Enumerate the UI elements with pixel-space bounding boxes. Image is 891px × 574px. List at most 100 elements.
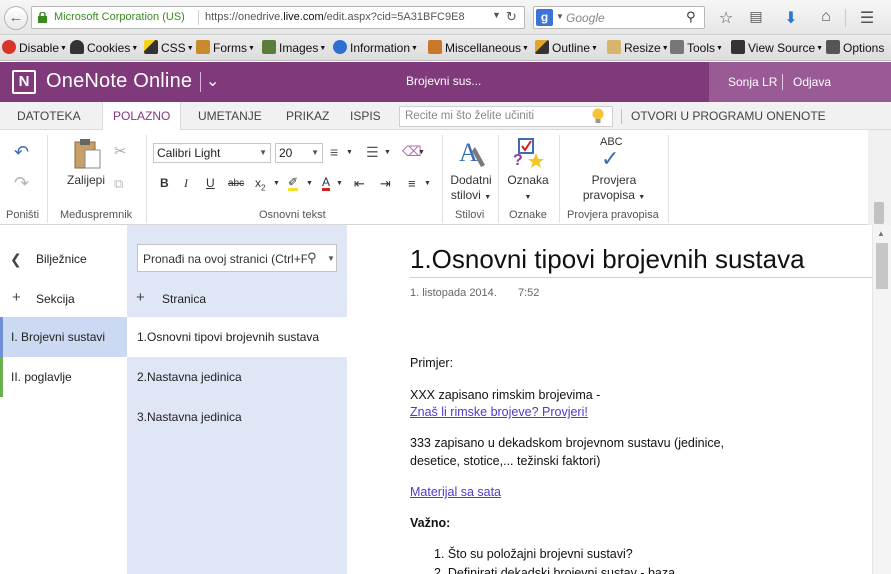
subscript-button[interactable]: x2	[255, 176, 265, 192]
forms-menu[interactable]: Forms▼	[196, 40, 255, 55]
url-text[interactable]: https://onedrive.live.com/edit.aspx?cid=…	[205, 11, 485, 23]
styles-icon[interactable]: A	[457, 137, 487, 169]
url-dropdown-icon[interactable]: ▼	[492, 10, 501, 20]
window-scrollbar-thumb[interactable]	[874, 202, 884, 224]
page-item[interactable]: 3.Nastavna jedinica	[127, 397, 347, 437]
chevron-down-icon[interactable]: ▼	[346, 149, 353, 156]
information-menu[interactable]: Information▼	[333, 40, 418, 55]
page-canvas[interactable]: 1.Osnovni tipovi brojevnih sustava 1. li…	[347, 225, 872, 574]
chevron-down-icon[interactable]: ⌄	[206, 71, 219, 91]
tag-checkbox-icon[interactable]: ?	[511, 137, 545, 169]
paste-clipboard-icon[interactable]	[73, 138, 103, 170]
view-source-menu[interactable]: View Source▼	[731, 40, 823, 55]
bullets-icon[interactable]: ≡	[330, 144, 338, 160]
tab-polazno[interactable]: POLAZNO	[102, 102, 182, 131]
section-item[interactable]: II. poglavlje	[0, 357, 127, 397]
bookmarks-list-icon[interactable]: ▤	[746, 8, 766, 25]
redo-icon[interactable]: ↷	[14, 173, 29, 194]
engine-dropdown-icon[interactable]: ▼	[556, 12, 564, 21]
miscellaneous-menu[interactable]: Miscellaneous▼	[428, 40, 529, 55]
url-bar[interactable]: Microsoft Corporation (US) https://onedr…	[31, 6, 525, 29]
search-icon[interactable]: ⚲	[686, 9, 696, 25]
tag-button[interactable]: Oznaka ▼	[504, 173, 552, 205]
chevron-down-icon[interactable]: ▼	[273, 180, 280, 187]
font-family-select[interactable]: Calibri Light ▼	[153, 143, 271, 163]
note-paragraph[interactable]: Primjer:	[410, 354, 453, 373]
search-input[interactable]: Google	[566, 11, 605, 25]
scroll-up-icon[interactable]: ▲	[877, 229, 885, 238]
spelling-check-icon[interactable]: ✓	[601, 146, 619, 172]
list-item[interactable]: 1. Što su položajni brojevni sustavi?	[434, 547, 633, 561]
strikethrough-button[interactable]: abc	[228, 178, 244, 189]
page-scrollbar-thumb[interactable]	[876, 243, 888, 289]
add-section-button[interactable]: Sekcija	[36, 292, 75, 306]
align-icon[interactable]: ≡	[408, 176, 416, 191]
chevron-down-icon[interactable]: ▼	[336, 180, 343, 187]
app-name[interactable]: OneNote Online	[46, 70, 192, 93]
add-page-button[interactable]: Stranica	[162, 292, 206, 306]
underline-button[interactable]: U	[206, 176, 215, 190]
font-color-icon[interactable]: A	[322, 176, 331, 191]
find-on-page-input[interactable]: Pronađi na ovoj stranici (Ctrl+F) ⚲ ▼	[137, 244, 337, 272]
note-paragraph[interactable]: Važno:	[410, 514, 450, 533]
chevron-down-icon[interactable]: ▼	[306, 180, 313, 187]
roman-numerals-link[interactable]: Znaš li rimske brojeve? Provjeri!	[410, 405, 588, 419]
notebooks-link[interactable]: Bilježnice	[36, 252, 87, 266]
page-title[interactable]: 1.Osnovni tipovi brojevnih sustava	[410, 244, 805, 275]
page-item[interactable]: 1.Osnovni tipovi brojevnih sustava	[127, 317, 347, 357]
tools-menu[interactable]: Tools▼	[670, 40, 723, 55]
chevron-down-icon[interactable]: ▼	[327, 254, 335, 263]
chevron-down-icon[interactable]: ▼	[424, 180, 431, 187]
hamburger-menu-icon[interactable]: ☰	[857, 8, 877, 28]
cut-scissors-icon[interactable]: ✂	[114, 142, 127, 160]
document-title[interactable]: Brojevni sus...	[406, 74, 481, 88]
numbering-icon[interactable]: ☰	[366, 144, 379, 161]
list-item[interactable]: 2. Definirati dekadski brojevni sustav -…	[434, 566, 675, 574]
cookies-menu[interactable]: Cookies▼	[70, 40, 138, 55]
more-styles-button[interactable]: Dodatni stilovi ▼	[446, 173, 496, 205]
highlight-pen-icon[interactable]: ✐	[288, 176, 299, 191]
paste-button[interactable]: Zalijepi	[66, 173, 106, 188]
back-arrow-icon[interactable]: ←	[4, 6, 28, 30]
download-icon[interactable]: ⬇	[781, 8, 801, 28]
tab-datoteka[interactable]: DATOTEKA	[7, 102, 91, 130]
tab-ispis[interactable]: ISPIS	[340, 102, 391, 130]
tab-umetanje[interactable]: UMETANJE	[188, 102, 272, 130]
note-paragraph[interactable]: 333 zapisano u dekadskom brojevnom susta…	[410, 434, 724, 453]
plus-icon[interactable]: +	[136, 289, 145, 306]
window-scrollbar[interactable]	[868, 130, 891, 225]
sign-out-link[interactable]: Odjava	[793, 75, 831, 89]
page-item[interactable]: 2.Nastavna jedinica	[127, 357, 347, 397]
copy-icon[interactable]: ⧉	[114, 176, 123, 192]
user-name[interactable]: Sonja LR	[728, 75, 777, 89]
tell-me-input[interactable]: Recite mi što želite učiniti	[399, 106, 613, 127]
increase-indent-icon[interactable]: ⇥	[380, 176, 391, 192]
tab-prikaz[interactable]: PRIKAZ	[276, 102, 339, 130]
home-icon[interactable]: ⌂	[816, 8, 836, 26]
spelling-button[interactable]: Provjera pravopisa ▼	[579, 173, 649, 205]
resize-menu[interactable]: Resize▼	[607, 40, 669, 55]
bookmark-star-icon[interactable]: ☆	[716, 8, 736, 28]
search-bar[interactable]: g ▼ Google ⚲	[533, 6, 705, 29]
google-icon[interactable]: g	[536, 9, 553, 26]
site-identity[interactable]: Microsoft Corporation (US)	[54, 11, 185, 23]
undo-icon[interactable]: ↶	[14, 142, 29, 163]
options-menu[interactable]: Options	[826, 40, 884, 55]
onenote-logo-icon[interactable]: N	[12, 70, 36, 94]
disable-menu[interactable]: Disable▼	[2, 40, 67, 55]
chevron-down-icon[interactable]: ▼	[384, 149, 391, 156]
chevron-down-icon[interactable]: ▼	[418, 149, 425, 156]
note-paragraph[interactable]: desetice, stotice,... težinski faktori)	[410, 452, 600, 471]
plus-icon[interactable]: +	[12, 289, 21, 306]
decrease-indent-icon[interactable]: ⇤	[354, 176, 365, 192]
material-link[interactable]: Materijal sa sata	[410, 485, 501, 499]
open-in-onenote-button[interactable]: OTVORI U PROGRAMU ONENOTE	[621, 102, 836, 130]
back-chevron-icon[interactable]: ❮	[10, 251, 22, 268]
italic-button[interactable]: I	[184, 176, 188, 191]
search-icon[interactable]: ⚲	[307, 250, 317, 266]
font-size-select[interactable]: 20 ▼	[275, 143, 323, 163]
reload-icon[interactable]: ↻	[506, 9, 517, 25]
outline-menu[interactable]: Outline▼	[535, 40, 598, 55]
section-item[interactable]: I. Brojevni sustavi	[0, 317, 127, 357]
images-menu[interactable]: Images▼	[262, 40, 326, 55]
